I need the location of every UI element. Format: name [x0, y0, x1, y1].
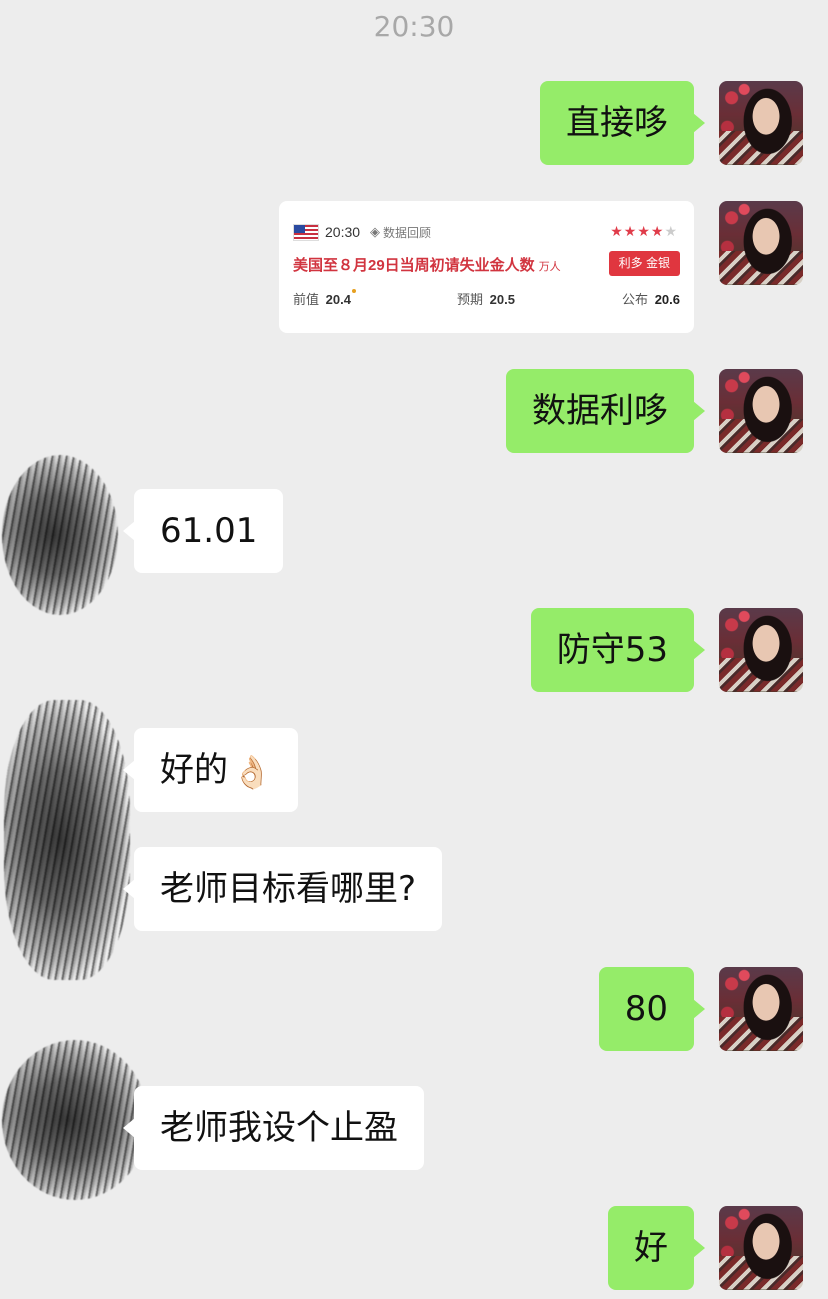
message-bubble-sent[interactable]: 防守53 [530, 608, 706, 692]
importance-stars: ★★★★★ [610, 223, 678, 240]
revision-dot-icon [351, 289, 356, 293]
my-avatar[interactable] [719, 201, 803, 285]
message-bubble-sent[interactable]: 数据利哆 [506, 369, 705, 453]
star-icon: ★ [623, 223, 638, 239]
star-icon: ★ [637, 223, 651, 239]
contact-avatar-blurred[interactable] [4, 700, 130, 980]
message-bubble-received[interactable]: 老师我设个止盈 [123, 1086, 424, 1170]
chat-timestamp: 20:30 [373, 10, 455, 43]
message-bubble-received[interactable]: 老师目标看哪里? [122, 847, 443, 931]
my-avatar[interactable] [719, 608, 803, 692]
my-avatar[interactable] [719, 967, 803, 1051]
layers-icon: ◈ [370, 224, 381, 239]
card-title: 美国至８月29日当周初请失业金人数 万人 [293, 254, 561, 275]
message-text: 61.01 [160, 511, 258, 551]
previous-number: 20.4 [325, 292, 351, 307]
message-text: 老师我设个止盈 [160, 1108, 398, 1148]
economic-data-card[interactable]: 20:30 ◈ 数据回顾 ★★★★★ 美国至８月29日当周初请失业金人数 万人 利… [279, 201, 694, 333]
published-label: 公布 [622, 292, 649, 307]
star-empty-icon: ★ [664, 223, 678, 239]
message-text: 老师目标看哪里? [160, 869, 417, 909]
published-number: 20.6 [654, 292, 680, 307]
message-bubble-received[interactable]: 好的 👌🏻 [123, 728, 298, 812]
published-value: 公布 20.6 [622, 289, 680, 308]
card-header: 20:30 ◈ 数据回顾 [293, 223, 431, 241]
ok-hand-emoji-icon: 👌🏻 [232, 752, 272, 791]
card-title-text: 美国至８月29日当周初请失业金人数 [293, 257, 535, 274]
my-avatar[interactable] [719, 369, 803, 453]
expected-number: 20.5 [489, 292, 515, 307]
star-icon: ★ [650, 223, 665, 239]
previous-value: 前值 20.4 [293, 289, 356, 308]
previous-label: 前值 [293, 292, 320, 307]
message-text: 防守53 [556, 630, 668, 670]
card-unit: 万人 [538, 261, 561, 273]
message-bubble-sent[interactable]: 直接哆 [540, 81, 705, 165]
contact-avatar-blurred[interactable] [2, 455, 118, 615]
message-text: 好 [634, 1228, 668, 1268]
message-bubble-sent[interactable]: 80 [598, 967, 706, 1051]
message-text: 80 [624, 989, 668, 1029]
message-bubble-received[interactable]: 61.01 [122, 489, 284, 573]
my-avatar[interactable] [719, 81, 803, 165]
message-bubble-sent[interactable]: 好 [608, 1206, 705, 1290]
star-icon: ★ [610, 223, 624, 239]
my-avatar[interactable] [719, 1206, 803, 1290]
impact-badge: 利多 金银 [608, 251, 680, 276]
message-text: 数据利哆 [532, 391, 668, 431]
message-text: 好的 [160, 750, 228, 790]
card-tag: 数据回顾 [383, 225, 432, 240]
card-time: 20:30 [325, 224, 361, 240]
expected-value: 预期 20.5 [457, 289, 515, 308]
message-text: 直接哆 [566, 103, 668, 143]
expected-label: 预期 [457, 292, 484, 307]
us-flag-icon [293, 223, 319, 241]
